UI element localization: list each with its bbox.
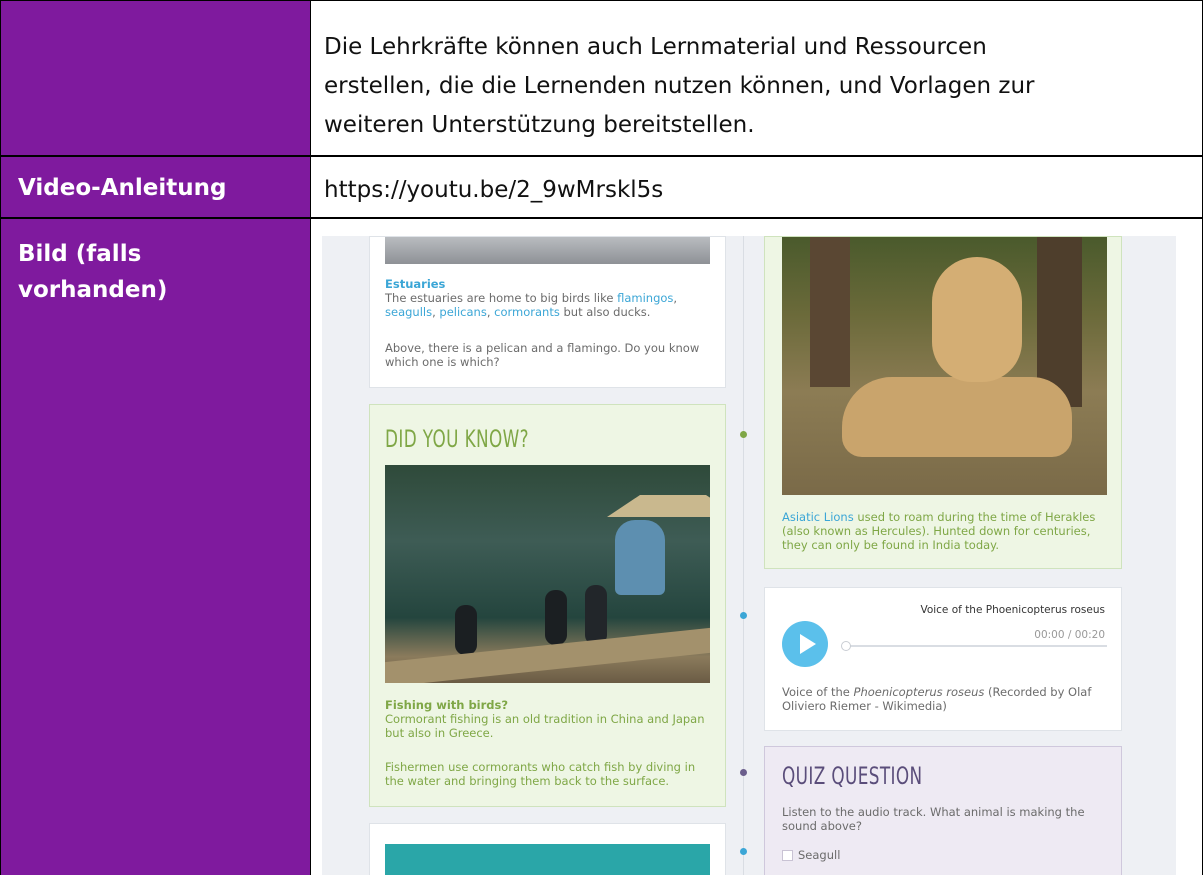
row1-line1: Die Lehrkräfte können auch Lernmaterial … <box>324 34 987 60</box>
lion-card: Asiatic Lions used to roam during the ti… <box>764 236 1122 569</box>
estuaries-text-b: but also ducks. <box>559 305 651 319</box>
tree-trunk <box>810 237 850 387</box>
audio-time: 00:00 / 00:20 <box>1034 629 1105 641</box>
quiz-question: Listen to the audio track. What animal i… <box>782 805 1085 833</box>
seagulls-link[interactable]: seagulls <box>385 305 432 319</box>
cormorants-link[interactable]: cormorants <box>494 305 560 319</box>
video-label-cell: Video-Anleitung <box>1 157 310 217</box>
bird-shape <box>455 605 477 655</box>
quiz-heading: QUIZ QUESTION <box>782 762 923 790</box>
flamingos-link[interactable]: flamingos <box>617 291 673 305</box>
row1-line2: erstellen, die die Lernenden nutzen könn… <box>324 73 1035 99</box>
fisherman-figure <box>615 520 665 595</box>
lion-body <box>842 377 1072 457</box>
fishing-caption-title: Fishing with birds? <box>385 698 509 712</box>
row1-line3: weiteren Unterstützung bereitstellen. <box>324 112 755 138</box>
bird-shape <box>585 585 607 645</box>
table-border <box>310 0 311 875</box>
play-icon <box>800 634 816 654</box>
table-border <box>0 0 1 875</box>
timeline-dot <box>740 431 747 438</box>
lion-caption: Asiatic Lions used to roam during the ti… <box>782 510 1110 552</box>
estuaries-text-a: The estuaries are home to big birds like <box>385 291 618 305</box>
row1-label <box>1 1 310 155</box>
audio-progress-handle[interactable] <box>841 641 851 651</box>
lion-photo <box>782 237 1107 495</box>
video-url-link[interactable]: https://youtu.be/2_9wMrskl5s <box>324 177 663 203</box>
video-url-cell: https://youtu.be/2_9wMrskl5s <box>311 157 1202 217</box>
timeline-line <box>743 236 744 875</box>
estuaries-card: Estuaries The estuaries are home to big … <box>369 236 726 388</box>
asiatic-lions-link[interactable]: Asiatic Lions <box>782 510 854 524</box>
did-you-know-card: DID YOU KNOW? Fishing with birds? Cormor… <box>369 404 726 807</box>
table-border <box>0 155 1203 157</box>
video-label: Video-Anleitung <box>18 175 227 201</box>
table-border <box>0 0 1203 1</box>
audio-title: Voice of the Phoenicopterus roseus <box>920 604 1105 616</box>
audio-progress-track[interactable] <box>845 645 1107 647</box>
teal-image-card <box>369 823 726 875</box>
quiz-option-label[interactable]: Seagull <box>798 848 840 862</box>
audio-caption: Voice of the Phoenicopterus roseus (Reco… <box>782 685 1112 713</box>
image-label-cell: Bild (falls vorhanden) <box>1 219 310 875</box>
estuaries-title: Estuaries <box>385 277 446 291</box>
timeline-dot <box>740 848 747 855</box>
estuaries-question: Above, there is a pelican and a flamingo… <box>385 341 700 369</box>
fishing-photo <box>385 465 710 683</box>
quiz-option-checkbox[interactable] <box>782 850 793 861</box>
audio-card: Voice of the Phoenicopterus roseus 00:00… <box>764 587 1122 731</box>
row1-content: Die Lehrkräfte können auch Lernmaterial … <box>311 1 1202 155</box>
table-border <box>0 217 1203 219</box>
quiz-card: QUIZ QUESTION Listen to the audio track.… <box>764 746 1122 875</box>
audio-caption-a: Voice of the <box>782 685 854 699</box>
did-you-know-heading: DID YOU KNOW? <box>385 425 530 453</box>
fishing-caption-1: Cormorant fishing is an old tradition in… <box>385 712 705 740</box>
fishing-caption-2: Fishermen use cormorants who catch fish … <box>385 760 696 788</box>
timeline-dot <box>740 769 747 776</box>
play-button[interactable] <box>782 621 828 667</box>
estuaries-text: The estuaries are home to big birds like… <box>385 291 678 319</box>
embedded-screenshot: Estuaries The estuaries are home to big … <box>322 236 1176 875</box>
lion-head <box>932 257 1022 382</box>
audio-caption-italic: Phoenicopterus roseus <box>853 685 985 699</box>
teal-image <box>385 844 710 875</box>
hat-shape <box>607 495 710 517</box>
image-label-line2: vorhanden) <box>18 277 168 303</box>
bird-shape <box>545 590 567 645</box>
image-label-line1: Bild (falls <box>18 241 142 267</box>
estuaries-image <box>385 237 710 264</box>
pelicans-link[interactable]: pelicans <box>439 305 486 319</box>
timeline-dot <box>740 612 747 619</box>
